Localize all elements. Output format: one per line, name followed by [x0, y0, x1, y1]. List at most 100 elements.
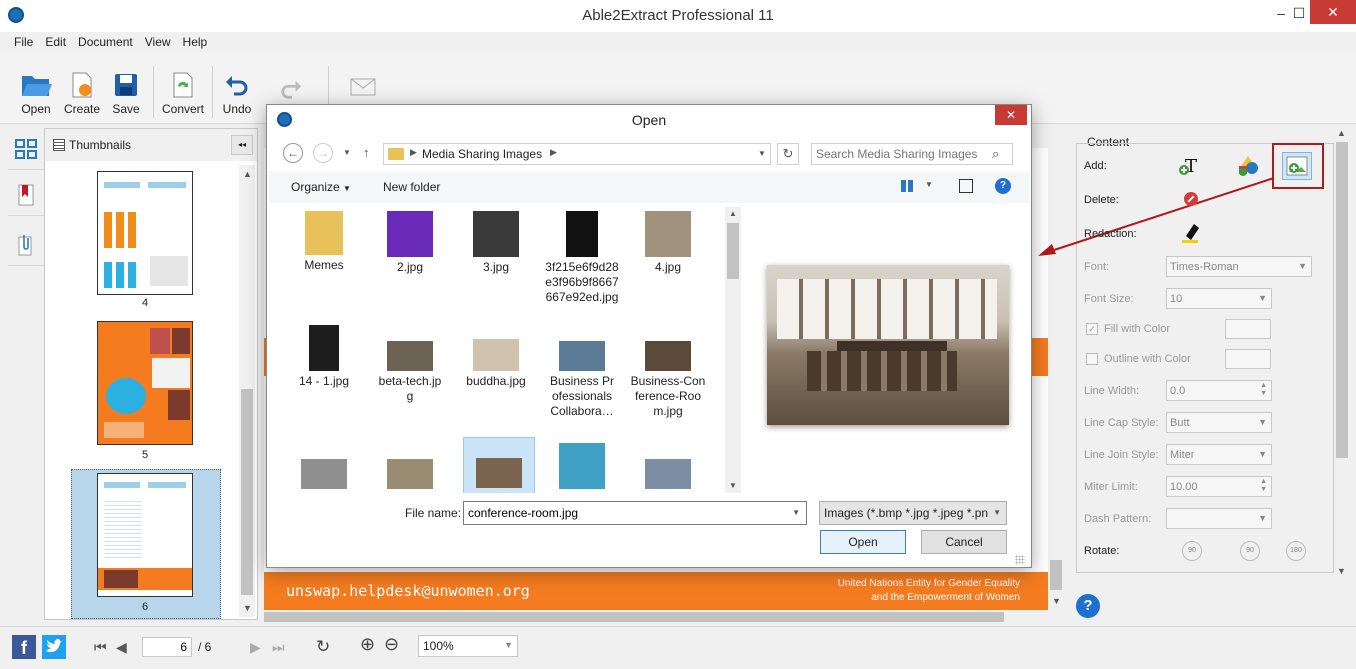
scroll-down-icon[interactable]: ▼	[1337, 566, 1346, 576]
organize-button[interactable]: Organize ▼	[291, 180, 351, 194]
page-thumbnail-6[interactable]	[97, 473, 193, 597]
dialog-cancel-button[interactable]: Cancel	[921, 530, 1007, 554]
redaction-button[interactable]	[1180, 222, 1202, 244]
file-item-2-jpg[interactable]: 2.jpg	[367, 211, 453, 275]
rotate-left-button[interactable]: 90	[1182, 541, 1202, 561]
thumbnails-scrollbar[interactable]: ▲ ▼	[239, 165, 255, 617]
scroll-down-icon[interactable]: ▼	[243, 603, 252, 613]
add-shape-button[interactable]	[1236, 154, 1260, 178]
delete-button[interactable]	[1184, 192, 1198, 206]
create-button[interactable]: Create	[62, 72, 102, 120]
scroll-up-icon[interactable]: ▲	[243, 169, 252, 179]
file-type-select[interactable]: Images (*.bmp *.jpg *.jpeg *.pn ▼	[819, 501, 1007, 525]
next-page-icon[interactable]: ▶	[250, 639, 261, 656]
dialog-close-button[interactable]: ✕	[995, 105, 1027, 125]
facebook-icon[interactable]: f	[12, 635, 36, 659]
scroll-down-icon[interactable]: ▼	[1052, 596, 1061, 606]
chevron-down-icon[interactable]: ▼	[792, 508, 800, 517]
help-icon[interactable]: ?	[995, 178, 1011, 194]
scroll-thumb[interactable]	[1050, 560, 1062, 590]
forward-button[interactable]: →	[313, 143, 333, 163]
file-item-4-jpg[interactable]: 4.jpg	[625, 211, 711, 275]
file-name-input[interactable]	[468, 505, 778, 521]
add-text-button[interactable]: T	[1178, 154, 1202, 178]
menu-file[interactable]: File	[8, 35, 39, 49]
address-path[interactable]: Media Sharing Images	[422, 147, 542, 161]
file-name-field[interactable]: ▼	[463, 501, 807, 525]
line-width-stepper[interactable]: 0.0 ▲ ▼	[1166, 380, 1272, 401]
scroll-thumb[interactable]	[264, 612, 1004, 622]
rotate-180-button[interactable]: 180	[1286, 541, 1306, 561]
close-button[interactable]: ✕	[1310, 0, 1356, 24]
scroll-up-icon[interactable]: ▲	[729, 209, 737, 218]
file-item[interactable]	[281, 443, 367, 492]
menu-view[interactable]: View	[139, 35, 177, 49]
thumbnails-view-button[interactable]	[8, 128, 44, 170]
resize-grip[interactable]	[1015, 555, 1025, 565]
file-item-business-professionals[interactable]: Business Professionals Collabora…	[539, 325, 625, 419]
file-item-14-1-jpg[interactable]: 14 - 1.jpg	[281, 325, 367, 389]
menu-help[interactable]: Help	[177, 35, 214, 49]
scroll-thumb[interactable]	[241, 389, 253, 595]
up-folder-button[interactable]: ↑	[363, 145, 370, 160]
dash-pattern-select[interactable]: ▼	[1166, 508, 1272, 529]
collapse-panel-button[interactable]: ◂◂	[231, 135, 253, 155]
search-box[interactable]: ⌕	[811, 143, 1013, 165]
footer-email[interactable]: unswap.helpdesk@unwomen.org	[286, 582, 530, 600]
open-button[interactable]: Open	[16, 72, 56, 120]
file-item-business-conference-room[interactable]: Business-Conference-Room.jpg	[625, 325, 711, 419]
file-item-beta-tech[interactable]: beta-tech.jpg	[367, 325, 453, 404]
chevron-down-icon[interactable]: ▼	[925, 180, 933, 189]
attachments-button[interactable]	[8, 224, 44, 266]
scroll-thumb[interactable]	[727, 223, 739, 279]
preview-pane-icon[interactable]	[959, 179, 973, 193]
zoom-out-icon[interactable]: ⊖	[384, 634, 399, 655]
file-item-buddha[interactable]: buddha.jpg	[453, 325, 539, 389]
document-hscroll[interactable]	[264, 610, 1048, 624]
page-number-input[interactable]	[142, 637, 192, 657]
file-item-3-jpg[interactable]: 3.jpg	[453, 211, 539, 275]
font-size-select[interactable]: 10 ▼	[1166, 288, 1272, 309]
fill-color-swatch[interactable]	[1225, 319, 1271, 339]
convert-button[interactable]: Convert	[160, 72, 206, 120]
view-options-icon[interactable]	[901, 180, 915, 192]
previous-page-icon[interactable]: ◀	[116, 639, 127, 656]
menu-edit[interactable]: Edit	[39, 35, 72, 49]
file-item[interactable]	[367, 443, 453, 492]
outline-color-swatch[interactable]	[1225, 349, 1271, 369]
rotate-view-icon[interactable]: ↻	[316, 637, 330, 657]
help-button[interactable]: ?	[1076, 594, 1100, 618]
bookmarks-button[interactable]	[8, 174, 44, 216]
scroll-down-icon[interactable]: ▼	[729, 481, 737, 490]
scroll-up-icon[interactable]: ▲	[1337, 128, 1346, 138]
zoom-select[interactable]: 100% ▼	[418, 635, 518, 657]
miter-limit-stepper[interactable]: 10.00 ▲ ▼	[1166, 476, 1272, 497]
twitter-icon[interactable]	[42, 635, 66, 659]
outline-color-checkbox[interactable]	[1086, 353, 1098, 365]
file-item-memes[interactable]: Memes	[281, 211, 367, 273]
recent-locations-dropdown[interactable]: ▼	[343, 148, 351, 157]
back-button[interactable]: ←	[283, 143, 303, 163]
dialog-open-button[interactable]: Open	[820, 530, 906, 554]
undo-button[interactable]: Undo	[218, 72, 256, 120]
file-list-scrollbar[interactable]: ▲ ▼	[725, 207, 741, 493]
font-select[interactable]: Times-Roman ▼	[1166, 256, 1312, 277]
zoom-in-icon[interactable]: ⊕	[360, 634, 375, 655]
new-folder-button[interactable]: New folder	[383, 180, 440, 194]
file-item-3f215e6f9d[interactable]: 3f215e6f9d28e3f96b9f8667667e92ed.jpg	[539, 211, 625, 305]
rotate-right-button[interactable]: 90	[1240, 541, 1260, 561]
page-thumbnail-5[interactable]	[97, 321, 193, 445]
line-cap-select[interactable]: Butt ▼	[1166, 412, 1272, 433]
content-panel-scrollbar[interactable]: ▲ ▼	[1334, 126, 1350, 580]
address-bar[interactable]: ▶ Media Sharing Images ▶ ▼	[383, 143, 771, 165]
redo-icon[interactable]	[280, 78, 302, 103]
file-item-selected[interactable]	[463, 437, 535, 493]
refresh-icon[interactable]: ↻	[777, 143, 799, 165]
scroll-thumb[interactable]	[1336, 142, 1348, 458]
chevron-down-icon[interactable]: ▼	[758, 149, 766, 158]
page-thumbnail-4[interactable]	[97, 171, 193, 295]
file-item[interactable]	[539, 443, 625, 492]
first-page-icon[interactable]: ⏮	[94, 639, 107, 656]
fill-color-checkbox[interactable]: ✓	[1086, 323, 1098, 335]
menu-document[interactable]: Document	[72, 35, 139, 49]
